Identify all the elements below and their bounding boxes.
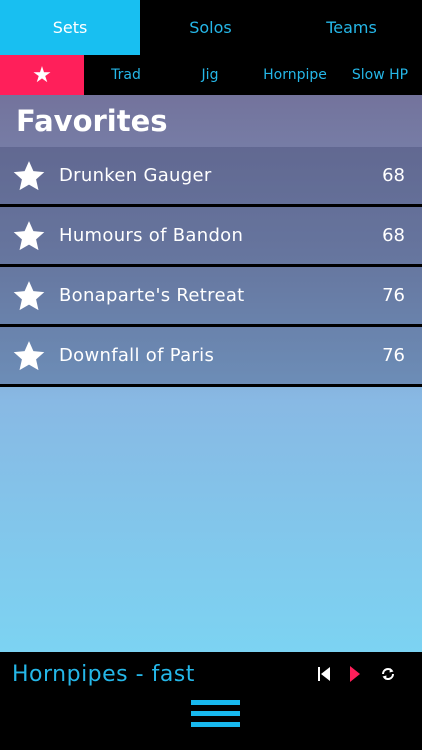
section-title: Favorites — [16, 104, 168, 138]
tab-jig[interactable]: Jig — [168, 55, 252, 95]
player-bar: Hornpipes - fast — [0, 652, 422, 750]
tune-bpm: 76 — [382, 345, 405, 366]
list-item[interactable]: Bonaparte's Retreat 76 — [0, 267, 422, 327]
tune-bpm: 68 — [382, 165, 405, 186]
now-playing-title[interactable]: Hornpipes - fast — [12, 662, 195, 687]
tab-favorites-star[interactable]: ★ — [0, 55, 84, 95]
repeat-icon[interactable] — [378, 664, 398, 684]
list-item[interactable]: Drunken Gauger 68 — [0, 147, 422, 207]
tune-bpm: 76 — [382, 285, 405, 306]
tab-solos[interactable]: Solos — [140, 0, 281, 55]
tune-bpm: 68 — [382, 225, 405, 246]
tune-name: Bonaparte's Retreat — [59, 285, 245, 306]
tune-name: Drunken Gauger — [59, 165, 212, 186]
list-item[interactable]: Downfall of Paris 76 — [0, 327, 422, 387]
tab-slow-hp[interactable]: Slow HP — [338, 55, 422, 95]
tab-teams[interactable]: Teams — [281, 0, 422, 55]
star-icon[interactable] — [12, 339, 46, 373]
tab-sets[interactable]: Sets — [0, 0, 140, 55]
tune-name: Humours of Bandon — [59, 225, 244, 246]
sub-tab-bar: ★ Trad Jig Hornpipe Slow HP — [0, 55, 422, 95]
favorites-list-area[interactable]: Favorites Drunken Gauger 68 Humours of B… — [0, 95, 422, 652]
tab-trad[interactable]: Trad — [84, 55, 168, 95]
play-icon[interactable] — [345, 664, 365, 684]
top-tab-bar: Sets Solos Teams — [0, 0, 422, 55]
tab-hornpipe[interactable]: Hornpipe — [252, 55, 338, 95]
hamburger-menu-icon[interactable] — [191, 700, 240, 734]
skip-back-icon[interactable] — [314, 664, 334, 684]
star-icon: ★ — [32, 62, 52, 88]
star-icon[interactable] — [12, 219, 46, 253]
star-icon[interactable] — [12, 159, 46, 193]
star-icon[interactable] — [12, 279, 46, 313]
tune-name: Downfall of Paris — [59, 345, 215, 366]
list-item[interactable]: Humours of Bandon 68 — [0, 207, 422, 267]
